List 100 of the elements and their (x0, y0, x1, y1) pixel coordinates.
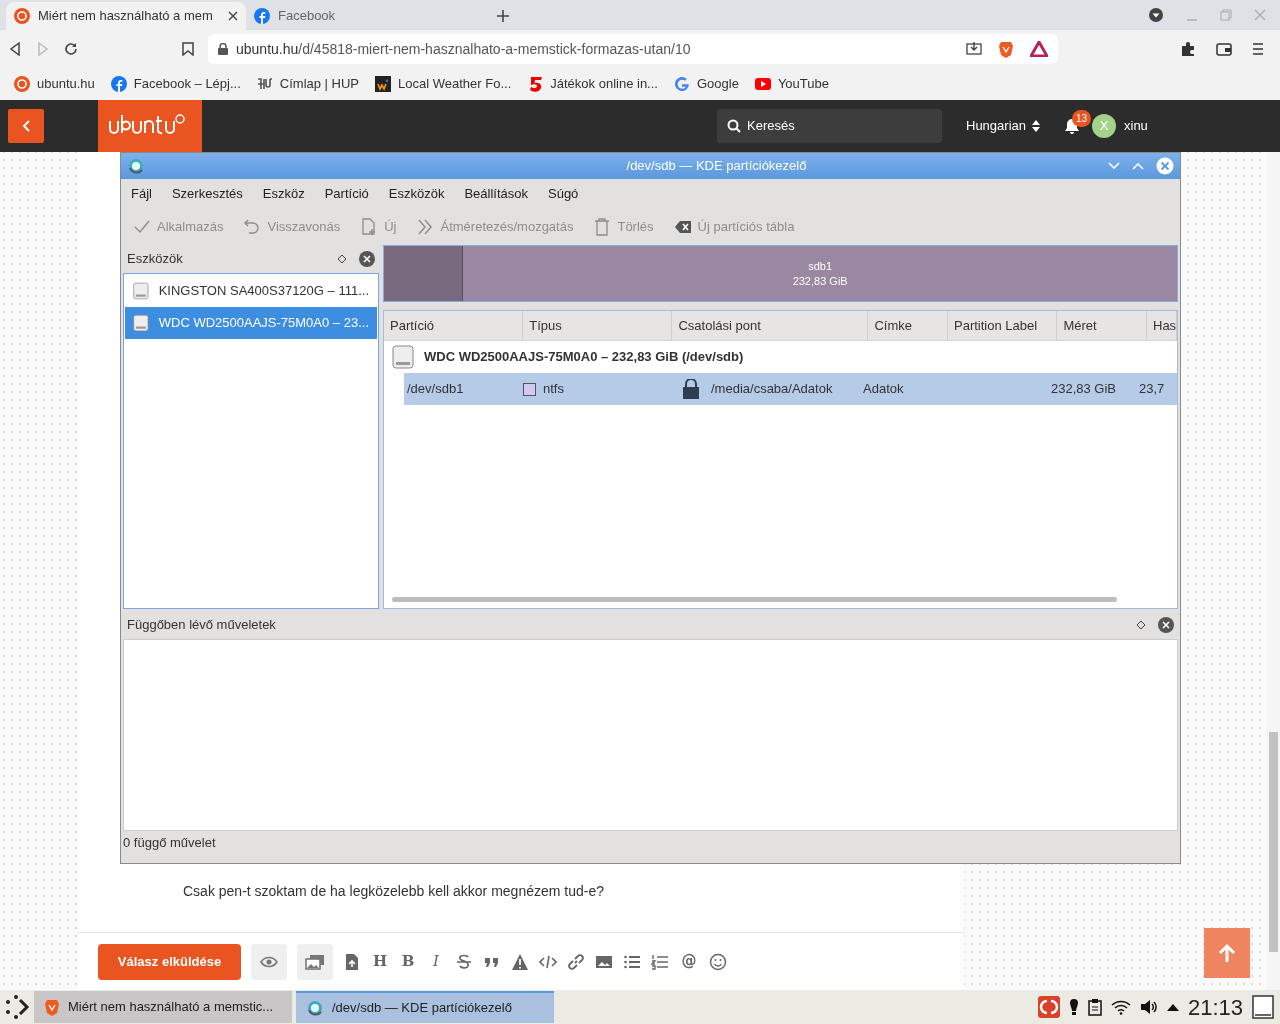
browser-tab[interactable]: Miért nem használható a mem (6, 2, 246, 30)
column-header[interactable]: Partition Label (948, 311, 1058, 340)
minimize-chevron-icon[interactable] (1108, 162, 1120, 170)
scrollbar-thumb[interactable] (1269, 732, 1278, 952)
menu-item[interactable]: Eszközök (388, 184, 445, 204)
speaker-icon[interactable] (1139, 999, 1158, 1015)
column-header[interactable]: Partíció (384, 311, 524, 340)
back-icon[interactable] (8, 42, 22, 56)
triangle-icon[interactable] (1030, 41, 1048, 57)
menu-item[interactable]: Beállítások (464, 184, 528, 204)
images-icon (305, 953, 325, 970)
close-icon[interactable] (1158, 617, 1174, 633)
column-header[interactable]: Típus (523, 311, 673, 340)
reload-icon[interactable] (64, 42, 78, 56)
horizontal-scrollbar[interactable] (392, 597, 1117, 602)
maximize-chevron-icon[interactable] (1132, 162, 1144, 170)
bookmark[interactable]: Google (673, 74, 739, 94)
bookmark[interactable]: Címlap | HUP (256, 74, 360, 94)
menu-item[interactable]: Eszköz (262, 184, 305, 204)
column-header[interactable]: Méret (1057, 311, 1147, 340)
device-item[interactable]: KINGSTON SA400S37120G – 111... (125, 275, 377, 307)
format-button[interactable]: I (427, 950, 445, 973)
menu-icon[interactable] (1252, 42, 1264, 56)
column-header[interactable]: Címke (868, 311, 948, 340)
warning-icon[interactable] (511, 952, 529, 971)
format-button[interactable]: B (399, 950, 417, 973)
browser-tab[interactable]: Facebook (246, 2, 486, 30)
numbered-list-icon[interactable] (651, 952, 669, 971)
taskbar-task[interactable]: Miért nem használható a memstic... (34, 991, 292, 1023)
launcher-icon[interactable] (4, 994, 30, 1020)
ring-icon (306, 999, 324, 1017)
bookmark[interactable]: Facebook – Lépj... (110, 74, 241, 94)
dropdown-icon[interactable] (1148, 7, 1164, 23)
trash-icon (593, 218, 612, 236)
username[interactable]: xinu (1124, 116, 1148, 136)
close-icon[interactable] (228, 11, 238, 21)
backspace-icon (673, 218, 692, 236)
eye-icon (260, 955, 278, 968)
wifi-icon[interactable] (1110, 999, 1131, 1015)
strikethrough-icon[interactable] (455, 952, 473, 971)
table-cell-text: ntfs (543, 380, 564, 399)
address-bar[interactable]: ubuntu.hu/d/45818-miert-nem-hasznalhato-a-memstick-formazas-utan/10 (208, 34, 1058, 64)
new-tab-icon[interactable] (496, 9, 510, 23)
menu-item[interactable]: Partíció (324, 184, 369, 204)
puzzle-icon[interactable] (1180, 41, 1196, 57)
app-ring-icon[interactable] (127, 157, 145, 175)
menu-item[interactable]: Súgó (548, 184, 579, 204)
chevron-left-icon (22, 120, 30, 132)
link-icon[interactable] (567, 952, 585, 971)
column-header[interactable]: Csatolási pont (672, 311, 869, 340)
number-logo-icon (527, 76, 544, 92)
wallet-icon[interactable] (1216, 42, 1232, 56)
expand-tray-icon[interactable] (1166, 1003, 1179, 1011)
send-reply-button[interactable]: Válasz elküldése (98, 943, 241, 980)
url-text: ubuntu.hu/d/45818-miert-nem-hasznalhato-a-memstick-formazas-utan/10 (236, 39, 691, 59)
undo-icon (243, 218, 262, 236)
ubuntu-logo-icon (14, 8, 30, 24)
scroll-to-top-button[interactable] (1204, 928, 1250, 978)
search-icon (727, 119, 741, 133)
post-text: Csak pen-t szoktam de ha legközelebb kell akkor megnézem tud-e? (182, 882, 605, 901)
float-icon[interactable] (337, 254, 347, 264)
download-icon[interactable] (966, 41, 982, 57)
site-logo[interactable] (98, 100, 202, 152)
bookmark-icon[interactable] (182, 42, 194, 56)
bookmark[interactable]: Játékok online in... (527, 74, 658, 94)
table-cell-text: /media/csaba/Adatok (711, 380, 833, 399)
mention-button[interactable]: @ (679, 950, 699, 973)
format-button[interactable]: H (371, 950, 389, 973)
ubuntu-logo-icon (14, 76, 30, 92)
menu-item[interactable]: Szerkesztés (171, 184, 243, 204)
clipboard-icon[interactable] (1087, 998, 1102, 1016)
clock[interactable]: 21:13 (1187, 990, 1243, 1024)
taskbar-task[interactable]: /dev/sdb — KDE partíciókezelő (296, 991, 554, 1023)
panel-title: Eszközök (127, 250, 183, 269)
column-header[interactable]: Has (1147, 311, 1177, 340)
images-button[interactable] (297, 943, 333, 980)
menu-item[interactable]: Fájl (131, 184, 152, 204)
facebook-logo-icon (254, 8, 270, 24)
lock-icon (218, 43, 228, 55)
search-field[interactable]: Keresés (717, 109, 942, 143)
double-c-icon[interactable] (1037, 996, 1060, 1018)
float-icon[interactable] (1136, 620, 1146, 630)
bulb-icon[interactable] (1068, 998, 1079, 1016)
window-title: /dev/sdb — KDE partíciókezelő (625, 157, 808, 176)
table-cell-text: /dev/sdb1 (407, 380, 464, 399)
back-button[interactable] (8, 109, 44, 143)
smiley-icon[interactable] (709, 952, 727, 971)
tab-title: Facebook (278, 7, 337, 26)
partition-row[interactable]: /dev/sdb1 ntfs /media/csaba/Adatok Adatok 232,83 GiB 23,7 (404, 373, 1177, 405)
scrollbar[interactable] (1267, 152, 1280, 990)
show-desktop-icon[interactable] (1252, 995, 1274, 1019)
bookmark[interactable]: YouTube (754, 74, 829, 94)
sort-icon (1032, 120, 1040, 132)
hard-drive-icon (133, 311, 149, 335)
close-icon[interactable] (359, 251, 375, 267)
file-upload-icon[interactable] (343, 952, 361, 971)
bookmark[interactable]: ubuntu.hu (14, 74, 95, 94)
language-selector[interactable]: Hungarian (966, 116, 1040, 136)
bookmark[interactable]: Local Weather Fo... (375, 74, 512, 94)
preview-button[interactable] (251, 943, 287, 980)
